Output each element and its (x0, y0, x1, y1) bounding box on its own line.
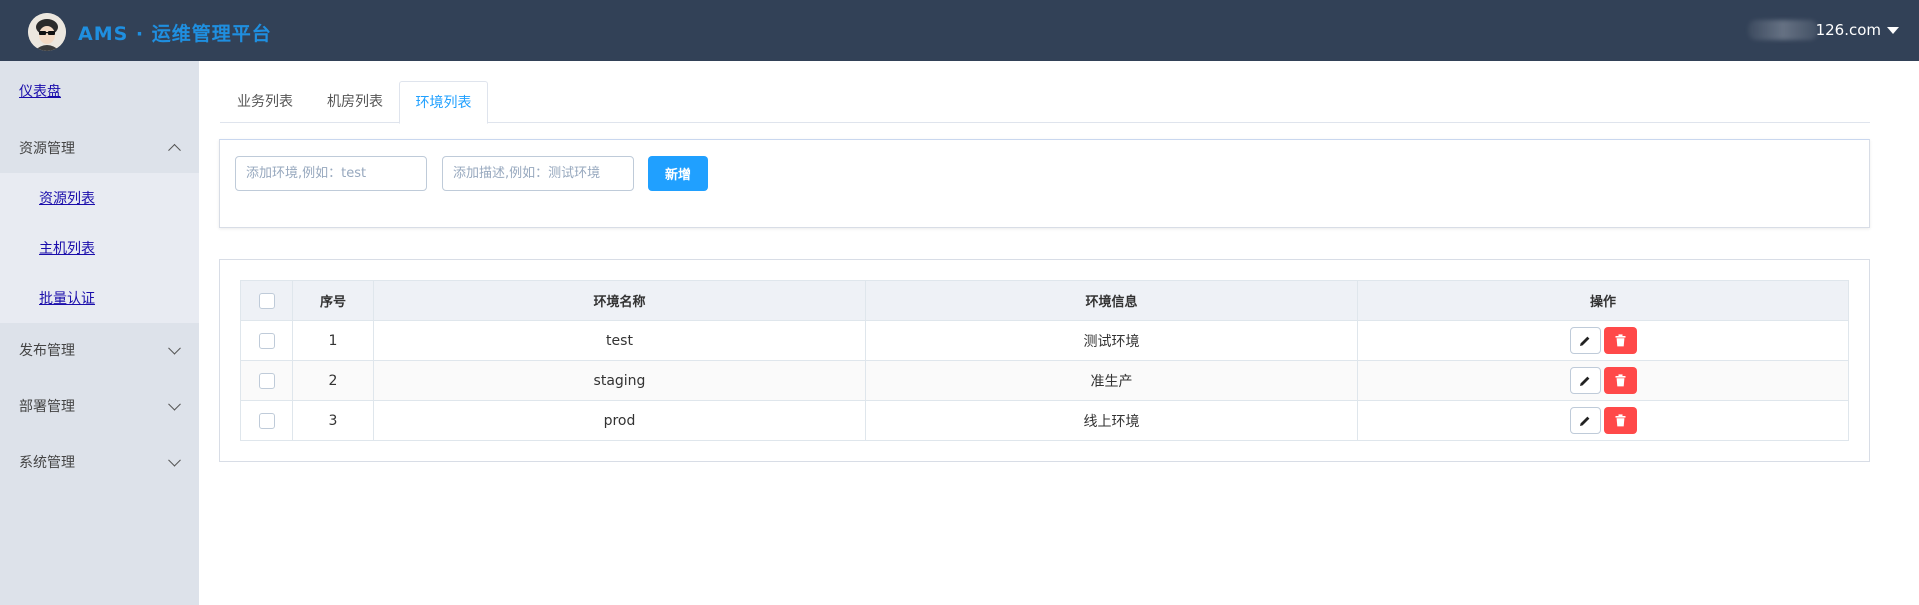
add-button[interactable]: 新增 (648, 156, 708, 191)
tab-business-list[interactable]: 业务列表 (220, 81, 310, 123)
row-index: 2 (292, 360, 374, 401)
tab-bar: 业务列表 机房列表 环境列表 (220, 81, 1870, 124)
sidebar-group-label: 发布管理 (19, 343, 75, 359)
select-all-checkbox[interactable] (258, 292, 275, 309)
trash-icon (1615, 374, 1625, 387)
trash-icon (1615, 334, 1625, 347)
sidebar-item-resource-list[interactable]: 资源列表 (39, 188, 95, 208)
row-checkbox[interactable] (258, 412, 275, 429)
chevron-up-icon (168, 143, 181, 157)
sidebar-item-dashboard[interactable]: 仪表盘 (19, 81, 61, 101)
edit-button[interactable] (1569, 327, 1601, 354)
row-index: 3 (292, 400, 374, 441)
row-env-name: test (373, 320, 866, 361)
row-env-name: staging (373, 360, 866, 401)
column-header: 环境信息 (865, 280, 1358, 321)
chevron-down-icon (168, 453, 181, 467)
environment-table-panel: 序号 环境名称 环境信息 操作 1 test 测试环境 2 staging 准生… (219, 259, 1870, 462)
table-header-row: 序号 环境名称 环境信息 操作 (240, 280, 1849, 321)
table-row: 2 staging 准生产 (240, 360, 1849, 401)
row-actions (1357, 400, 1849, 441)
row-env-name: prod (373, 400, 866, 441)
environment-desc-input[interactable] (442, 156, 634, 191)
row-env-info: 线上环境 (865, 400, 1358, 441)
select-all-cell (240, 280, 293, 321)
row-checkbox[interactable] (258, 372, 275, 389)
user-email-redacted (1747, 20, 1818, 40)
trash-icon (1615, 414, 1625, 427)
app-title: AMS · 运维管理平台 (78, 23, 272, 45)
chevron-down-icon (168, 341, 181, 355)
row-actions (1357, 320, 1849, 361)
top-header: AMS · 运维管理平台 126.com (0, 0, 1919, 61)
row-actions (1357, 360, 1849, 401)
sidebar-group-resource[interactable]: 资源管理 (0, 121, 199, 175)
sidebar-item-batch-auth[interactable]: 批量认证 (39, 288, 95, 308)
table-row: 3 prod 线上环境 (240, 400, 1849, 441)
tab-datacenter-list[interactable]: 机房列表 (310, 81, 400, 123)
sidebar-group-release[interactable]: 发布管理 (0, 323, 199, 377)
delete-button[interactable] (1603, 367, 1637, 394)
sidebar-group-label: 系统管理 (19, 455, 75, 471)
row-index: 1 (292, 320, 374, 361)
user-email: 126.com (1815, 21, 1881, 39)
sidebar-group-system[interactable]: 系统管理 (0, 435, 199, 489)
sidebar-group-label: 资源管理 (19, 141, 75, 157)
caret-down-icon[interactable] (1887, 26, 1899, 34)
pencil-icon (1580, 416, 1590, 426)
avatar-icon (28, 13, 66, 51)
sidebar-item-host-list[interactable]: 主机列表 (39, 238, 95, 258)
row-env-info: 测试环境 (865, 320, 1358, 361)
edit-button[interactable] (1569, 367, 1601, 394)
table-row: 1 test 测试环境 (240, 320, 1849, 361)
column-header: 序号 (292, 280, 374, 321)
user-menu[interactable]: 126.com (1747, 20, 1899, 40)
column-header: 环境名称 (373, 280, 866, 321)
chevron-down-icon (168, 397, 181, 411)
column-header: 操作 (1357, 280, 1849, 321)
delete-button[interactable] (1603, 407, 1637, 434)
pencil-icon (1580, 376, 1590, 386)
sidebar-submenu-resource: 资源列表 主机列表 批量认证 (0, 173, 199, 323)
environment-table: 序号 环境名称 环境信息 操作 1 test 测试环境 2 staging 准生… (240, 280, 1849, 441)
sidebar-group-label: 部署管理 (19, 399, 75, 415)
sidebar: 仪表盘 资源管理 资源列表 主机列表 批量认证 发布管理 部署管理 系统管理 (0, 61, 199, 605)
tab-environment-list[interactable]: 环境列表 (399, 81, 488, 124)
environment-name-input[interactable] (235, 156, 427, 191)
logo-avatar (28, 13, 66, 51)
add-environment-panel: 新增 (219, 139, 1870, 228)
row-env-info: 准生产 (865, 360, 1358, 401)
edit-button[interactable] (1569, 407, 1601, 434)
pencil-icon (1580, 336, 1590, 346)
sidebar-group-deploy[interactable]: 部署管理 (0, 379, 199, 433)
delete-button[interactable] (1603, 327, 1637, 354)
row-checkbox[interactable] (258, 332, 275, 349)
